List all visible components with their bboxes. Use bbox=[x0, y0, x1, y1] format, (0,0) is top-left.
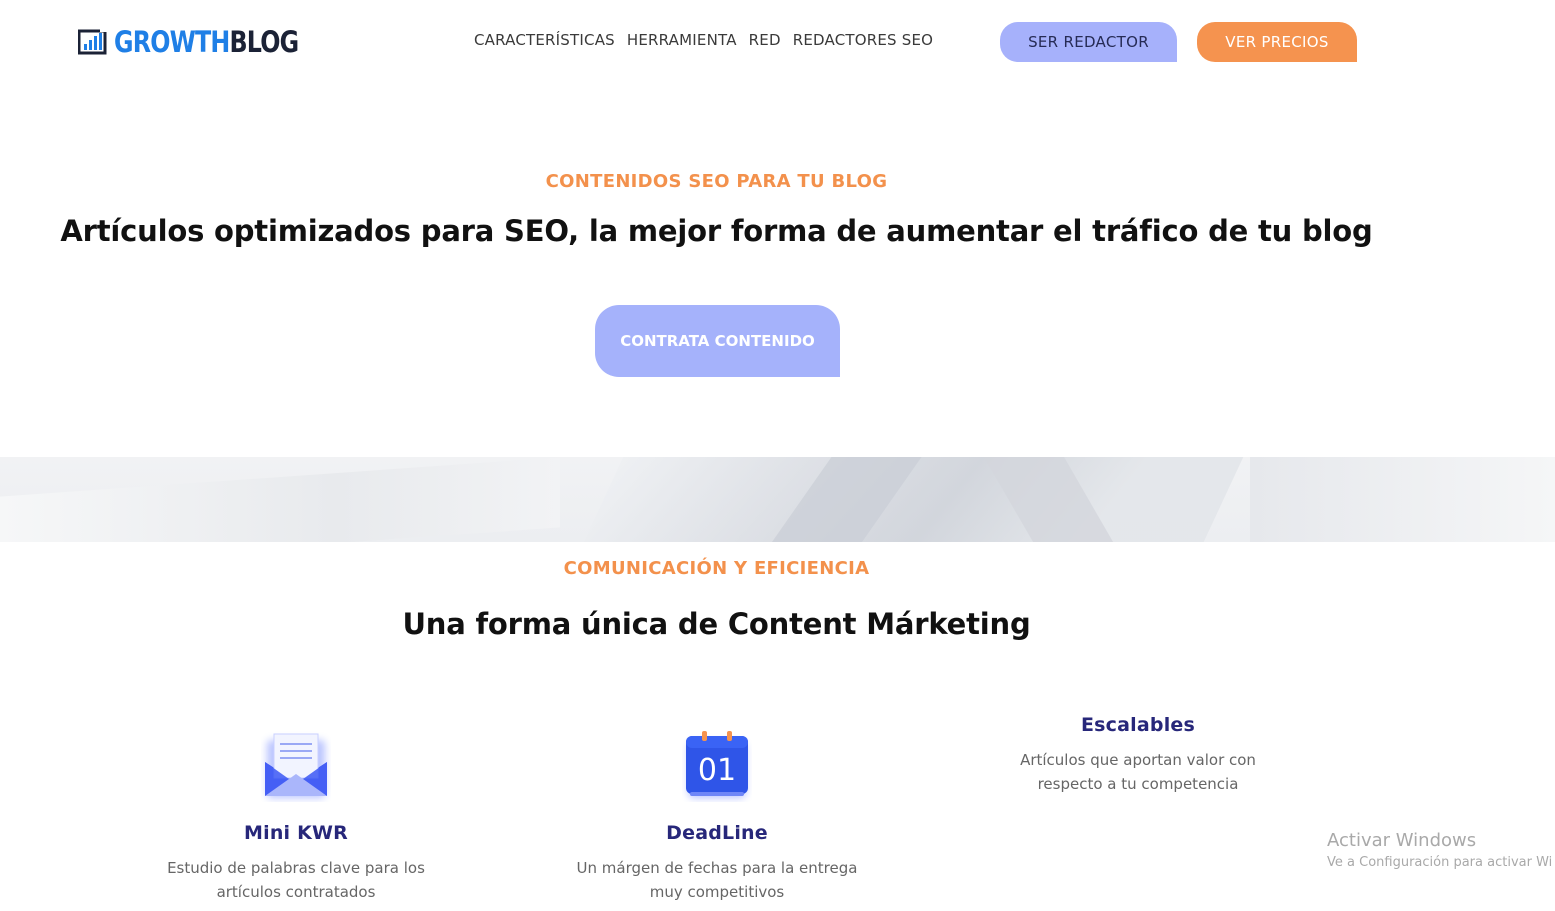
bar-chart-logo-icon bbox=[78, 27, 108, 55]
feature-escalables: Escalables Artículos que aportan valor c… bbox=[988, 714, 1288, 796]
feature-title: Mini KWR bbox=[244, 822, 348, 844]
nav-redactores-seo[interactable]: REDACTORES SEO bbox=[793, 31, 933, 49]
hero-eyebrow: CONTENIDOS SEO PARA TU BLOG bbox=[545, 171, 888, 192]
feature-desc: Estudio de palabras clave para los artíc… bbox=[167, 859, 425, 901]
windows-activation-watermark: Activar Windows Ve a Configuración para … bbox=[1327, 830, 1553, 870]
svg-text:01: 01 bbox=[698, 753, 736, 788]
ver-precios-button[interactable]: VER PRECIOS bbox=[1197, 22, 1357, 62]
feature-title: Escalables bbox=[1080, 714, 1195, 736]
ser-redactor-button[interactable]: SER REDACTOR bbox=[1000, 22, 1177, 62]
growthblog-logo[interactable]: GROWTHBLOG bbox=[78, 24, 339, 60]
feature-desc: Artículos que aportan valor con respecto… bbox=[1020, 751, 1256, 793]
feature-title: DeadLine bbox=[666, 822, 768, 844]
nav-herramienta[interactable]: HERRAMIENTA bbox=[627, 31, 737, 49]
envelope-icon bbox=[265, 733, 327, 798]
feature-deadline: 01 DeadLine Un márgen de fechas para la … bbox=[567, 728, 867, 904]
nav-red[interactable]: RED bbox=[749, 31, 781, 49]
nav-caracteristicas[interactable]: CARACTERÍSTICAS bbox=[474, 31, 615, 49]
calendar-icon: 01 bbox=[686, 731, 748, 798]
section-eyebrow: COMUNICACIÓN Y EFICIENCIA bbox=[563, 558, 870, 579]
logo-text: GROWTHBLOG bbox=[114, 25, 299, 59]
contrata-contenido-button[interactable]: CONTRATA CONTENIDO bbox=[595, 305, 840, 377]
feature-desc: Un márgen de fechas para la entrega muy … bbox=[576, 859, 858, 901]
section-title: Una forma única de Content Márketing bbox=[402, 607, 1031, 641]
site-header: GROWTHBLOG CARACTERÍSTICAS HERRAMIENTA R… bbox=[0, 0, 1555, 84]
banner-image bbox=[0, 457, 1555, 542]
main-nav: CARACTERÍSTICAS HERRAMIENTA RED REDACTOR… bbox=[474, 31, 933, 49]
hero-title: Artículos optimizados para SEO, la mejor… bbox=[60, 214, 1373, 248]
feature-mini-kwr: Mini KWR Estudio de palabras clave para … bbox=[146, 728, 446, 904]
